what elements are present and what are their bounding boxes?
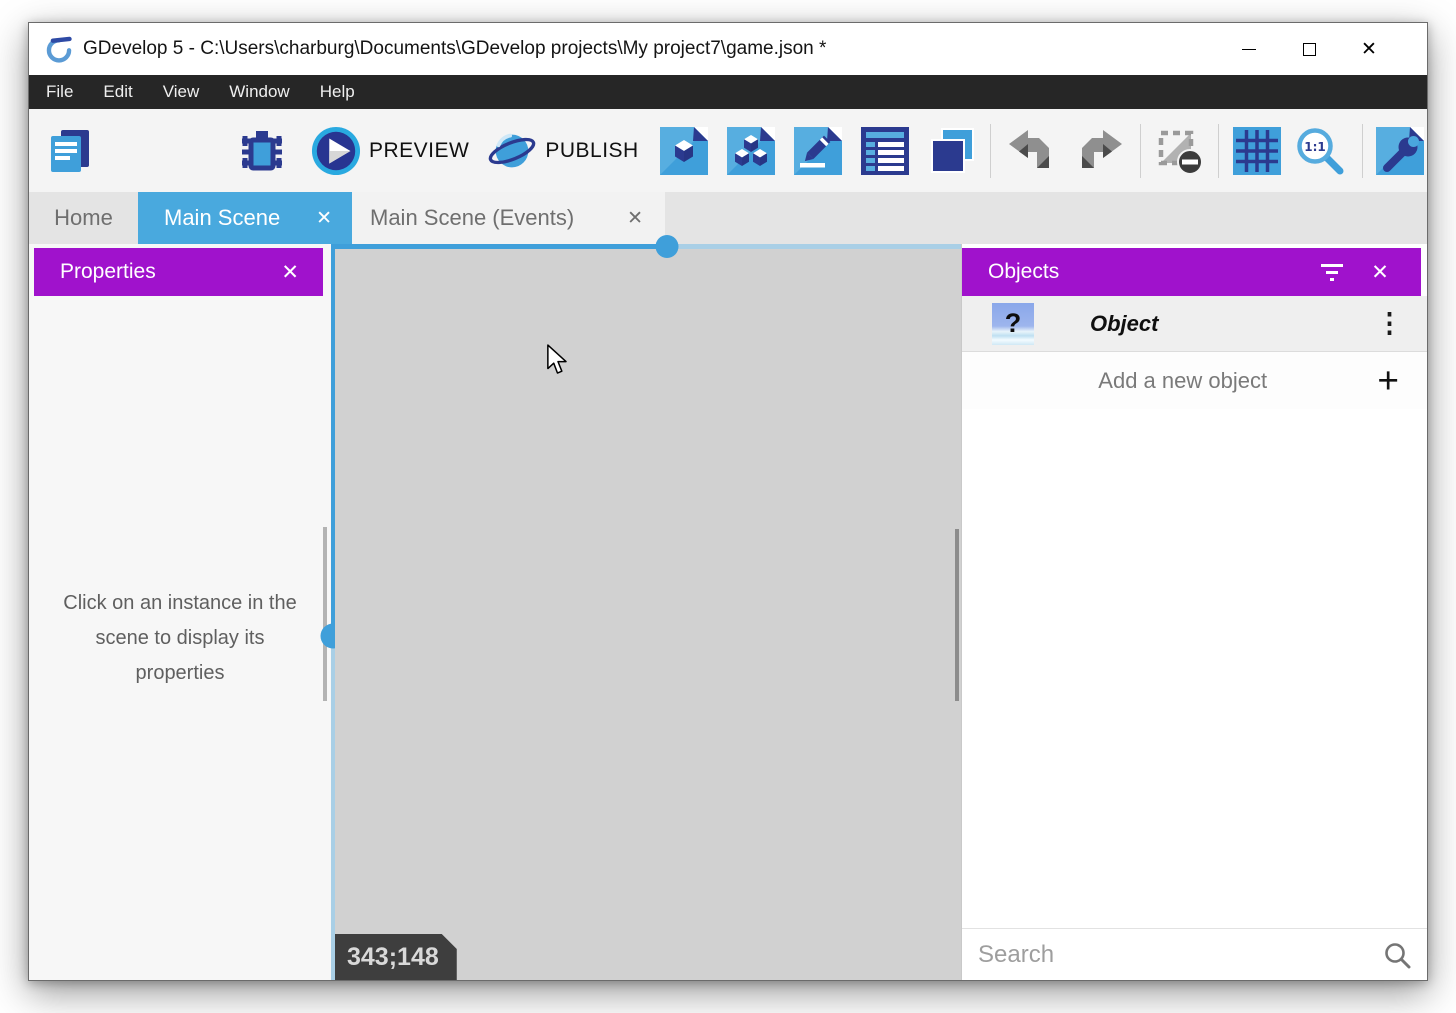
undo-button[interactable] bbox=[1006, 126, 1056, 176]
publish-button[interactable] bbox=[487, 126, 537, 176]
toolbar-separator bbox=[1140, 124, 1141, 178]
project-manager-icon bbox=[46, 127, 94, 175]
close-panel-icon[interactable]: ✕ bbox=[281, 260, 299, 285]
properties-panel-header: Properties ✕ bbox=[34, 248, 323, 296]
minimize-button[interactable] bbox=[1219, 32, 1279, 66]
edit-events-button[interactable] bbox=[860, 126, 910, 176]
canvas-scrollbar[interactable] bbox=[955, 529, 959, 701]
grid-icon bbox=[1233, 127, 1281, 175]
extensions-button[interactable] bbox=[1375, 126, 1425, 176]
minimize-icon bbox=[1242, 49, 1256, 50]
debug-button[interactable] bbox=[237, 126, 287, 176]
objects-panel-title: Objects bbox=[988, 260, 1059, 284]
preview-play-icon bbox=[311, 125, 361, 177]
object-menu-kebab-icon[interactable]: ⋮ bbox=[1376, 310, 1403, 337]
toolbar: PREVIEW PUBLISH bbox=[29, 109, 1427, 192]
gdevelop-logo-icon bbox=[45, 35, 73, 63]
preview-button[interactable] bbox=[311, 126, 361, 176]
redo-button[interactable] bbox=[1075, 126, 1125, 176]
properties-panel: Properties ✕ Click on an instance in the… bbox=[29, 244, 331, 980]
plus-icon[interactable]: + bbox=[1377, 362, 1399, 399]
tab-label: Main Scene (Events) bbox=[370, 205, 574, 231]
zoom-1-1-icon: 1:1 bbox=[1295, 126, 1345, 176]
publish-globe-icon bbox=[487, 124, 537, 178]
close-button[interactable]: ✕ bbox=[1339, 32, 1399, 66]
mask-icon bbox=[1154, 126, 1204, 176]
scene-cube-icon bbox=[660, 127, 708, 175]
menu-file[interactable]: File bbox=[31, 75, 88, 109]
wrench-icon bbox=[1376, 127, 1424, 175]
events-sheet-icon bbox=[861, 127, 909, 175]
objects-cubes-icon bbox=[727, 127, 775, 175]
menu-bar: File Edit View Window Help bbox=[29, 75, 1427, 109]
mouse-cursor-icon bbox=[546, 344, 570, 376]
editor-tab-bar: Home Main Scene ✕ Main Scene (Events) ✕ bbox=[29, 192, 1427, 244]
window-controls: ✕ bbox=[1219, 32, 1427, 66]
objects-search-bar bbox=[962, 928, 1427, 980]
tab-label: Main Scene bbox=[164, 205, 280, 231]
title-bar: GDevelop 5 - C:\Users\charburg\Documents… bbox=[29, 23, 1427, 75]
add-object-row[interactable]: Add a new object + bbox=[962, 352, 1427, 409]
tab-main-scene[interactable]: Main Scene ✕ bbox=[138, 192, 352, 244]
objects-panel-header: Objects ✕ bbox=[962, 248, 1421, 296]
edit-properties-button[interactable] bbox=[793, 126, 843, 176]
object-name: Object bbox=[1090, 311, 1158, 337]
toggle-mask-button[interactable] bbox=[1154, 126, 1204, 176]
menu-edit[interactable]: Edit bbox=[88, 75, 147, 109]
window-title: GDevelop 5 - C:\Users\charburg\Documents… bbox=[83, 38, 826, 60]
svg-text:1:1: 1:1 bbox=[1304, 140, 1326, 154]
question-mark-thumbnail-icon: ? bbox=[992, 303, 1034, 345]
layers-button[interactable] bbox=[927, 126, 977, 176]
panel-resize-divider-horizontal[interactable] bbox=[335, 244, 961, 249]
menu-view[interactable]: View bbox=[148, 75, 215, 109]
undo-icon bbox=[1007, 127, 1055, 175]
menu-help[interactable]: Help bbox=[305, 75, 370, 109]
objects-empty-area bbox=[962, 409, 1427, 928]
project-manager-button[interactable] bbox=[45, 126, 95, 176]
tab-home[interactable]: Home bbox=[29, 192, 138, 244]
zoom-original-button[interactable]: 1:1 bbox=[1295, 126, 1345, 176]
add-object-label: Add a new object bbox=[988, 368, 1377, 394]
edit-objects-button[interactable] bbox=[726, 126, 776, 176]
properties-scrollbar[interactable] bbox=[323, 527, 327, 701]
close-panel-icon[interactable]: ✕ bbox=[1363, 255, 1397, 289]
publish-label[interactable]: PUBLISH bbox=[545, 139, 638, 163]
preview-label[interactable]: PREVIEW bbox=[369, 139, 469, 163]
gdevelop-window: GDevelop 5 - C:\Users\charburg\Documents… bbox=[28, 22, 1428, 981]
edit-scene-button[interactable] bbox=[659, 126, 709, 176]
search-input[interactable] bbox=[976, 940, 1383, 970]
maximize-button[interactable] bbox=[1279, 32, 1339, 66]
resize-handle-icon[interactable] bbox=[655, 235, 678, 258]
toggle-grid-button[interactable] bbox=[1232, 126, 1282, 176]
maximize-icon bbox=[1303, 43, 1316, 56]
close-icon: ✕ bbox=[1361, 38, 1377, 61]
toolbar-separator bbox=[990, 124, 991, 178]
scene-canvas[interactable]: 343;148 bbox=[335, 244, 961, 980]
debug-bug-icon bbox=[238, 127, 286, 175]
properties-empty-message: Click on an instance in the scene to dis… bbox=[29, 586, 331, 691]
tab-close-icon[interactable]: ✕ bbox=[627, 207, 643, 230]
toolbar-separator bbox=[1362, 124, 1363, 178]
tab-label: Home bbox=[54, 205, 113, 231]
properties-panel-title: Properties bbox=[60, 260, 156, 284]
objects-panel: Objects ✕ ? Object ⋮ Add a new object bbox=[961, 244, 1427, 980]
search-icon bbox=[1383, 941, 1411, 969]
filter-icon[interactable] bbox=[1315, 255, 1349, 289]
redo-icon bbox=[1076, 127, 1124, 175]
menu-window[interactable]: Window bbox=[214, 75, 304, 109]
object-list-item[interactable]: ? Object ⋮ bbox=[962, 296, 1427, 352]
editor-content: Properties ✕ Click on an instance in the… bbox=[29, 244, 1427, 980]
tab-main-scene-events[interactable]: Main Scene (Events) ✕ bbox=[352, 192, 665, 244]
layers-icon bbox=[928, 127, 976, 175]
tab-close-icon[interactable]: ✕ bbox=[316, 207, 332, 230]
pencil-icon bbox=[794, 127, 842, 175]
cursor-coordinates-badge: 343;148 bbox=[335, 934, 457, 980]
toolbar-separator bbox=[1218, 124, 1219, 178]
